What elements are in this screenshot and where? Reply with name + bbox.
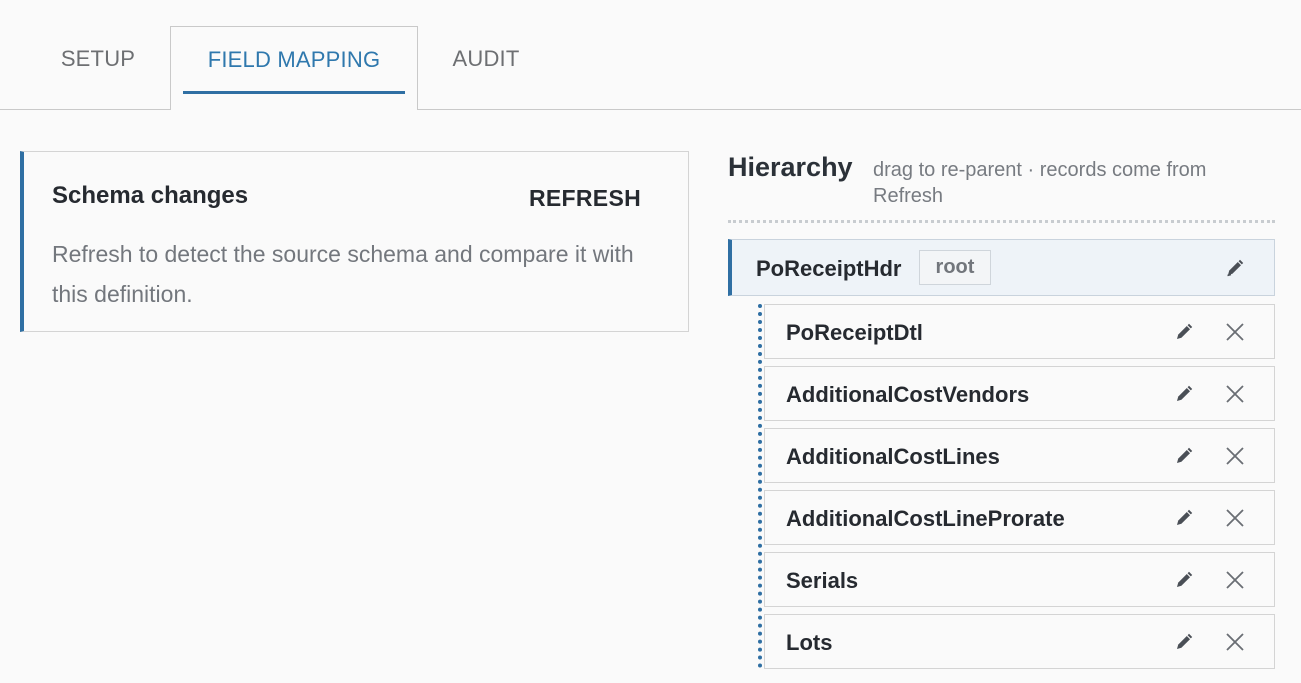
child-record-name: Serials — [786, 568, 859, 593]
child-record-row[interactable]: PoReceiptDtl — [764, 304, 1275, 359]
child-record-row[interactable]: Lots — [764, 614, 1275, 669]
pencil-icon[interactable] — [1171, 629, 1197, 655]
close-icon[interactable] — [1222, 567, 1248, 593]
hierarchy-divider — [728, 220, 1275, 223]
child-record-row[interactable]: AdditionalCostLineProrate — [764, 490, 1275, 545]
tab-audit[interactable]: AUDIT — [430, 26, 542, 109]
field-mapping-page: SETUP FIELD MAPPING AUDIT Schema changes… — [0, 0, 1301, 683]
pencil-icon[interactable] — [1171, 443, 1197, 469]
hierarchy-hint: drag to re-parent · records come from Re… — [873, 159, 1207, 207]
tab-setup[interactable]: SETUP — [40, 26, 156, 109]
active-tab-indicator — [183, 91, 405, 94]
pencil-icon[interactable] — [1171, 381, 1197, 407]
child-record-name: Lots — [786, 630, 833, 655]
pencil-icon[interactable] — [1222, 255, 1248, 281]
tab-audit-label: AUDIT — [452, 46, 520, 71]
child-record-row[interactable]: Serials — [764, 552, 1275, 607]
tab-bar: SETUP FIELD MAPPING AUDIT — [0, 0, 1301, 110]
close-icon[interactable] — [1222, 629, 1248, 655]
schema-changes-title: Schema changes — [52, 182, 249, 209]
child-record-name: PoReceiptDtl — [786, 320, 923, 345]
child-record-row[interactable]: AdditionalCostVendors — [764, 366, 1275, 421]
tab-setup-label: SETUP — [60, 46, 136, 71]
close-icon[interactable] — [1222, 443, 1248, 469]
schema-changes-description: Refresh to detect the source schema and … — [52, 241, 634, 307]
pencil-icon[interactable] — [1171, 319, 1197, 345]
close-icon[interactable] — [1222, 319, 1248, 345]
hierarchy-title: Hierarchy — [728, 152, 853, 182]
root-record-name: PoReceiptHdr — [756, 256, 902, 281]
child-record-name: AdditionalCostLines — [786, 444, 1000, 469]
pencil-icon[interactable] — [1171, 505, 1197, 531]
child-record-name: AdditionalCostLineProrate — [786, 506, 1065, 531]
root-badge: root — [919, 250, 991, 285]
tab-field-mapping-label: FIELD MAPPING — [207, 47, 381, 72]
hierarchy-root-row[interactable]: PoReceiptHdr root — [728, 239, 1275, 296]
child-record-row[interactable]: AdditionalCostLines — [764, 428, 1275, 483]
child-record-name: AdditionalCostVendors — [786, 382, 1030, 407]
pencil-icon[interactable] — [1171, 567, 1197, 593]
close-icon[interactable] — [1222, 381, 1248, 407]
tab-field-mapping[interactable]: FIELD MAPPING — [170, 26, 418, 110]
close-icon[interactable] — [1222, 505, 1248, 531]
schema-changes-card: Schema changes REFRESH Refresh to detect… — [20, 151, 689, 332]
child-tree-guide — [758, 304, 762, 668]
refresh-button[interactable]: REFRESH — [529, 185, 641, 212]
